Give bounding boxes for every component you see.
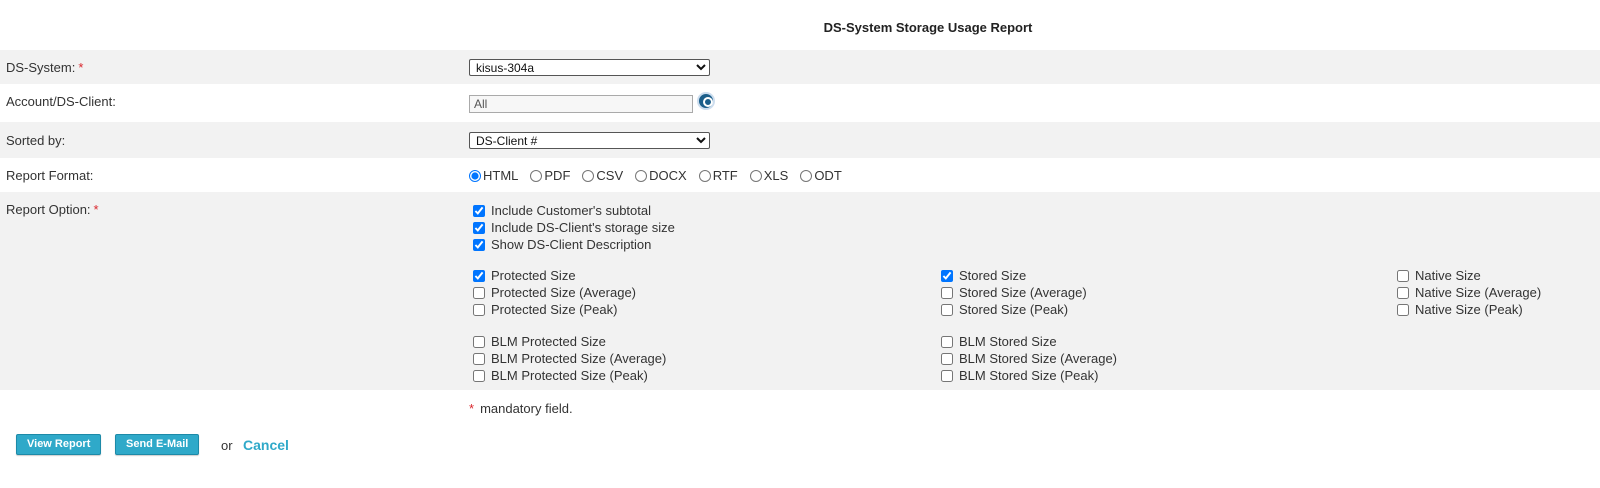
report-format-row: Report Format: HTML PDF CSV DOCX RTF XLS… — [0, 158, 1600, 192]
account-row: Account/DS-Client: — [0, 84, 1600, 122]
format-radio-xls[interactable] — [749, 169, 762, 182]
option-native-size[interactable]: Native Size — [1397, 268, 1481, 283]
option-ds-client-description[interactable]: Show DS-Client Description — [473, 237, 651, 252]
ds-system-row: DS-System: * kisus-304a — [0, 50, 1600, 84]
sorted-by-row: Sorted by: DS-Client # — [0, 122, 1600, 158]
option-stored-size-average[interactable]: Stored Size (Average) — [941, 285, 1087, 300]
checkbox[interactable] — [1397, 286, 1409, 299]
send-email-button[interactable]: Send E-Mail — [115, 434, 200, 455]
checkbox[interactable] — [941, 369, 953, 382]
option-protected-size-peak[interactable]: Protected Size (Peak) — [473, 302, 617, 317]
format-radio-pdf[interactable] — [530, 169, 543, 182]
format-radio-rtf[interactable] — [698, 169, 711, 182]
format-radio-html[interactable] — [469, 169, 481, 182]
report-format-radios: HTML PDF CSV DOCX RTF XLS ODT — [469, 168, 854, 183]
option-blm-protected-size-peak[interactable]: BLM Protected Size (Peak) — [473, 368, 648, 383]
report-option-label: Report Option: — [6, 202, 91, 217]
option-native-size-average[interactable]: Native Size (Average) — [1397, 285, 1541, 300]
format-option-rtf[interactable]: RTF — [698, 168, 738, 183]
option-blm-protected-size-average[interactable]: BLM Protected Size (Average) — [473, 351, 666, 366]
option-protected-size[interactable]: Protected Size — [473, 268, 576, 283]
format-option-odt[interactable]: ODT — [800, 168, 842, 183]
checkbox[interactable] — [941, 286, 953, 299]
option-blm-stored-size-average[interactable]: BLM Stored Size (Average) — [941, 351, 1117, 366]
view-report-button[interactable]: View Report — [16, 434, 102, 455]
checkbox[interactable] — [941, 303, 953, 316]
format-option-xls[interactable]: XLS — [749, 168, 788, 183]
or-text: or — [221, 438, 233, 453]
cancel-link[interactable]: Cancel — [243, 437, 289, 453]
checkbox[interactable] — [473, 369, 485, 382]
format-radio-csv[interactable] — [582, 169, 595, 182]
checkbox[interactable] — [473, 204, 485, 217]
checkbox[interactable] — [941, 335, 953, 348]
checkbox[interactable] — [473, 269, 485, 282]
account-input[interactable] — [469, 95, 693, 113]
option-ds-client-storage-size[interactable]: Include DS-Client's storage size — [473, 220, 675, 235]
format-option-docx[interactable]: DOCX — [635, 168, 687, 183]
option-blm-stored-size-peak[interactable]: BLM Stored Size (Peak) — [941, 368, 1098, 383]
option-stored-size[interactable]: Stored Size — [941, 268, 1026, 283]
ds-system-select[interactable]: kisus-304a — [469, 59, 710, 76]
format-option-html[interactable]: HTML — [469, 168, 518, 183]
option-blm-stored-size[interactable]: BLM Stored Size — [941, 334, 1057, 349]
checkbox[interactable] — [941, 269, 953, 282]
sorted-by-select[interactable]: DS-Client # — [469, 132, 710, 149]
checkbox[interactable] — [473, 238, 485, 251]
option-protected-size-average[interactable]: Protected Size (Average) — [473, 285, 636, 300]
option-stored-size-peak[interactable]: Stored Size (Peak) — [941, 302, 1068, 317]
checkbox[interactable] — [473, 335, 485, 348]
report-option-row: Report Option: * Include Customer's subto… — [0, 192, 1600, 390]
page-title: DS-System Storage Usage Report — [823, 20, 1033, 35]
checkbox[interactable] — [473, 286, 485, 299]
format-radio-docx[interactable] — [635, 169, 648, 182]
mandatory-note: * mandatory field. — [469, 401, 573, 416]
required-mark: * — [469, 401, 475, 416]
checkbox[interactable] — [473, 221, 485, 234]
required-mark: * — [78, 60, 84, 75]
format-option-csv[interactable]: CSV — [582, 168, 623, 183]
checkbox[interactable] — [941, 352, 953, 365]
format-radio-odt[interactable] — [800, 169, 813, 182]
checkbox[interactable] — [473, 352, 485, 365]
option-customer-subtotal[interactable]: Include Customer's subtotal — [473, 203, 651, 218]
option-native-size-peak[interactable]: Native Size (Peak) — [1397, 302, 1523, 317]
option-blm-protected-size[interactable]: BLM Protected Size — [473, 334, 606, 349]
ds-system-label: DS-System: — [6, 60, 76, 75]
account-label: Account/DS-Client: — [6, 94, 116, 109]
sorted-by-label: Sorted by: — [6, 133, 66, 148]
mandatory-text: mandatory field. — [480, 401, 573, 416]
search-icon[interactable] — [697, 92, 715, 110]
checkbox[interactable] — [1397, 303, 1409, 316]
checkbox[interactable] — [1397, 269, 1409, 282]
format-option-pdf[interactable]: PDF — [530, 168, 570, 183]
checkbox[interactable] — [473, 303, 485, 316]
report-format-label: Report Format: — [6, 168, 94, 183]
required-mark: * — [93, 202, 99, 217]
